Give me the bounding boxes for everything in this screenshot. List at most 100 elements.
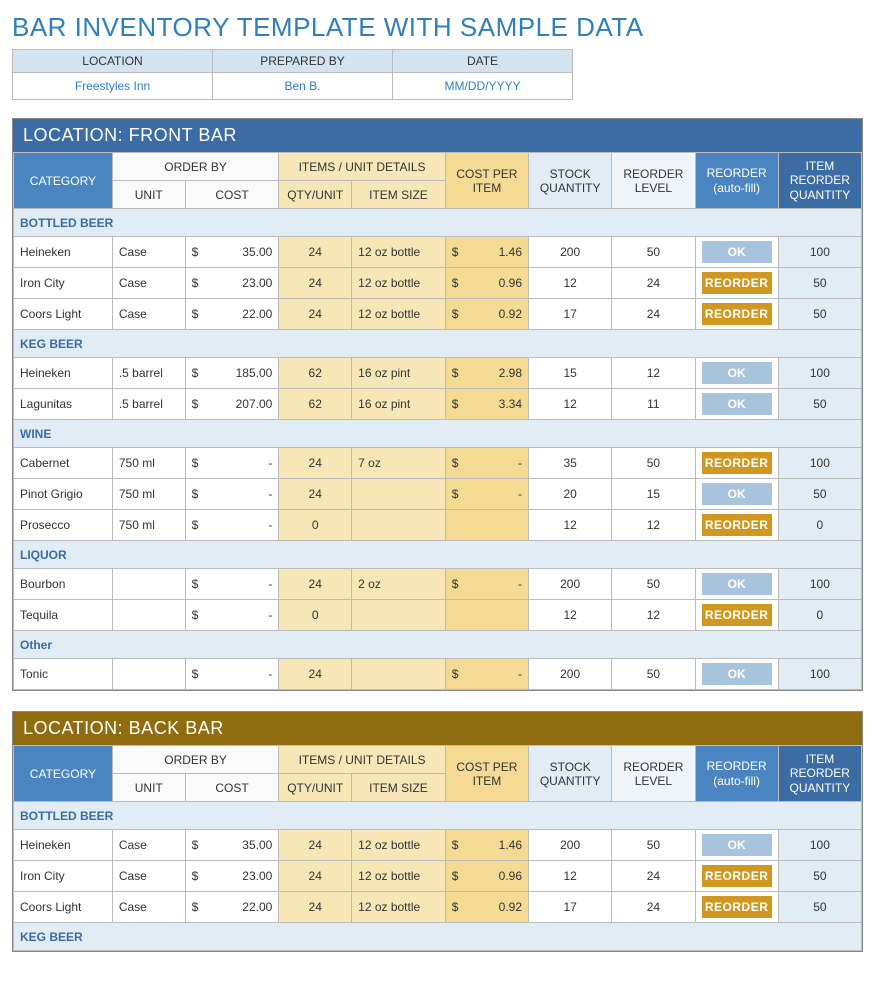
item-name[interactable]: Heineken	[14, 237, 113, 268]
item-qty-per-unit[interactable]: 24	[279, 659, 352, 690]
item-cost[interactable]: $23.00	[185, 861, 279, 892]
item-size[interactable]	[352, 510, 446, 541]
item-name[interactable]: Bourbon	[14, 569, 113, 600]
item-stock-qty[interactable]: 12	[529, 600, 612, 631]
item-size[interactable]: 12 oz bottle	[352, 299, 446, 330]
item-reorder-level[interactable]: 24	[612, 861, 695, 892]
item-stock-qty[interactable]: 12	[529, 510, 612, 541]
item-qty-per-unit[interactable]: 24	[279, 861, 352, 892]
item-name[interactable]: Cabernet	[14, 448, 113, 479]
item-unit[interactable]: Case	[112, 237, 185, 268]
item-cost[interactable]: $22.00	[185, 299, 279, 330]
item-stock-qty[interactable]: 12	[529, 389, 612, 420]
item-name[interactable]: Prosecco	[14, 510, 113, 541]
item-reorder-qty[interactable]: 50	[778, 268, 861, 299]
item-name[interactable]: Heineken	[14, 830, 113, 861]
item-reorder-level[interactable]: 12	[612, 358, 695, 389]
item-cost[interactable]: $207.00	[185, 389, 279, 420]
item-reorder-qty[interactable]: 50	[778, 299, 861, 330]
item-reorder-qty[interactable]: 0	[778, 600, 861, 631]
item-qty-per-unit[interactable]: 24	[279, 830, 352, 861]
item-cost[interactable]: $22.00	[185, 892, 279, 923]
item-stock-qty[interactable]: 20	[529, 479, 612, 510]
item-qty-per-unit[interactable]: 24	[279, 268, 352, 299]
item-size[interactable]: 12 oz bottle	[352, 861, 446, 892]
item-stock-qty[interactable]: 17	[529, 299, 612, 330]
info-location-value[interactable]: Freestyles Inn	[13, 73, 213, 100]
item-size[interactable]	[352, 479, 446, 510]
item-cost[interactable]: $-	[185, 479, 279, 510]
item-unit[interactable]	[112, 659, 185, 690]
item-unit[interactable]: Case	[112, 268, 185, 299]
item-reorder-level[interactable]: 15	[612, 479, 695, 510]
item-cost[interactable]: $23.00	[185, 268, 279, 299]
item-cost[interactable]: $185.00	[185, 358, 279, 389]
item-unit[interactable]: .5 barrel	[112, 389, 185, 420]
item-stock-qty[interactable]: 200	[529, 830, 612, 861]
item-size[interactable]	[352, 600, 446, 631]
item-name[interactable]: Tequila	[14, 600, 113, 631]
item-name[interactable]: Coors Light	[14, 892, 113, 923]
item-reorder-level[interactable]: 24	[612, 299, 695, 330]
item-size[interactable]: 7 oz	[352, 448, 446, 479]
item-name[interactable]: Pinot Grigio	[14, 479, 113, 510]
item-qty-per-unit[interactable]: 24	[279, 299, 352, 330]
item-reorder-level[interactable]: 50	[612, 659, 695, 690]
item-stock-qty[interactable]: 200	[529, 237, 612, 268]
item-qty-per-unit[interactable]: 0	[279, 600, 352, 631]
item-reorder-qty[interactable]: 100	[778, 237, 861, 268]
item-qty-per-unit[interactable]: 24	[279, 569, 352, 600]
item-size[interactable]: 16 oz pint	[352, 389, 446, 420]
info-date-value[interactable]: MM/DD/YYYY	[393, 73, 573, 100]
item-reorder-level[interactable]: 50	[612, 448, 695, 479]
item-cost[interactable]: $-	[185, 659, 279, 690]
item-qty-per-unit[interactable]: 24	[279, 237, 352, 268]
item-stock-qty[interactable]: 15	[529, 358, 612, 389]
item-name[interactable]: Heineken	[14, 358, 113, 389]
item-reorder-qty[interactable]: 100	[778, 569, 861, 600]
item-reorder-level[interactable]: 24	[612, 268, 695, 299]
item-size[interactable]: 12 oz bottle	[352, 892, 446, 923]
item-reorder-level[interactable]: 11	[612, 389, 695, 420]
item-size[interactable]: 2 oz	[352, 569, 446, 600]
item-size[interactable]: 12 oz bottle	[352, 268, 446, 299]
item-qty-per-unit[interactable]: 24	[279, 892, 352, 923]
item-cost[interactable]: $35.00	[185, 237, 279, 268]
item-reorder-qty[interactable]: 100	[778, 448, 861, 479]
item-size[interactable]	[352, 659, 446, 690]
item-stock-qty[interactable]: 200	[529, 569, 612, 600]
item-unit[interactable]: Case	[112, 299, 185, 330]
item-size[interactable]: 16 oz pint	[352, 358, 446, 389]
item-reorder-qty[interactable]: 50	[778, 861, 861, 892]
item-stock-qty[interactable]: 12	[529, 861, 612, 892]
item-unit[interactable]: .5 barrel	[112, 358, 185, 389]
item-name[interactable]: Coors Light	[14, 299, 113, 330]
item-qty-per-unit[interactable]: 62	[279, 389, 352, 420]
item-unit[interactable]: 750 ml	[112, 510, 185, 541]
item-cost[interactable]: $-	[185, 448, 279, 479]
item-reorder-qty[interactable]: 100	[778, 358, 861, 389]
item-cost[interactable]: $-	[185, 510, 279, 541]
item-reorder-level[interactable]: 50	[612, 830, 695, 861]
item-stock-qty[interactable]: 200	[529, 659, 612, 690]
item-unit[interactable]: Case	[112, 861, 185, 892]
item-unit[interactable]: Case	[112, 892, 185, 923]
info-prepared-value[interactable]: Ben B.	[213, 73, 393, 100]
item-stock-qty[interactable]: 12	[529, 268, 612, 299]
item-cost[interactable]: $-	[185, 569, 279, 600]
item-reorder-level[interactable]: 50	[612, 569, 695, 600]
item-name[interactable]: Tonic	[14, 659, 113, 690]
item-unit[interactable]	[112, 569, 185, 600]
item-cost[interactable]: $-	[185, 600, 279, 631]
item-cost[interactable]: $35.00	[185, 830, 279, 861]
item-qty-per-unit[interactable]: 62	[279, 358, 352, 389]
item-stock-qty[interactable]: 35	[529, 448, 612, 479]
item-unit[interactable]: 750 ml	[112, 448, 185, 479]
item-reorder-qty[interactable]: 100	[778, 659, 861, 690]
item-qty-per-unit[interactable]: 24	[279, 479, 352, 510]
item-size[interactable]: 12 oz bottle	[352, 830, 446, 861]
item-name[interactable]: Iron City	[14, 861, 113, 892]
item-reorder-level[interactable]: 12	[612, 600, 695, 631]
item-reorder-level[interactable]: 50	[612, 237, 695, 268]
item-name[interactable]: Iron City	[14, 268, 113, 299]
